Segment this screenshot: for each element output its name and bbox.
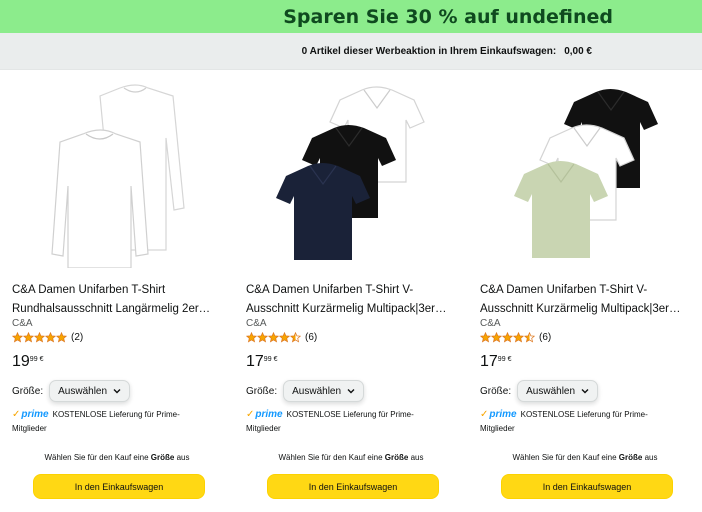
size-hint-post: aus bbox=[644, 453, 658, 462]
product-title[interactable]: C&A Damen Unifarben T-Shirt V-Ausschnitt… bbox=[246, 281, 451, 319]
star-icon bbox=[480, 332, 491, 343]
size-hint-pre: Wählen Sie für den Kauf eine bbox=[278, 453, 383, 462]
size-hint-pre: Wählen Sie für den Kauf eine bbox=[44, 453, 149, 462]
size-select-value: Auswählen bbox=[526, 385, 576, 397]
promo-banner: Sparen Sie 30 % auf undefined bbox=[0, 0, 702, 33]
price-fraction: 99 bbox=[497, 356, 506, 363]
size-label: Größe: bbox=[480, 385, 512, 397]
product-rating[interactable]: (6) bbox=[246, 332, 317, 343]
product-price: 19 99 € bbox=[12, 352, 44, 372]
star-icon bbox=[524, 332, 535, 343]
price-currency: € bbox=[507, 356, 512, 363]
size-select-value: Auswählen bbox=[58, 385, 108, 397]
price-whole: 19 bbox=[12, 353, 30, 370]
rating-stars bbox=[12, 332, 67, 343]
product-price: 17 99 € bbox=[480, 352, 512, 372]
size-hint: Wählen Sie für den Kauf eine Größe aus bbox=[234, 453, 468, 462]
price-whole: 17 bbox=[246, 353, 264, 370]
product-image[interactable] bbox=[8, 78, 226, 268]
price-currency: € bbox=[39, 356, 44, 363]
product-rating[interactable]: (6) bbox=[480, 332, 551, 343]
product-card: C&A Damen Unifarben T-Shirt Rundhalsauss… bbox=[0, 70, 234, 512]
cart-summary-total: 0,00 € bbox=[564, 45, 592, 57]
prime-logo: ✓ prime bbox=[246, 408, 283, 422]
chevron-down-icon bbox=[347, 389, 355, 394]
size-select-value: Auswählen bbox=[292, 385, 342, 397]
product-image[interactable] bbox=[242, 78, 460, 268]
prime-logo: ✓ prime bbox=[480, 408, 517, 422]
size-hint: Wählen Sie für den Kauf eine Größe aus bbox=[468, 453, 702, 462]
size-hint-bold: Größe bbox=[150, 453, 175, 462]
star-icon bbox=[34, 332, 45, 343]
star-icon bbox=[257, 332, 268, 343]
promo-cart-summary: 0 Artikel dieser Werbeaktion in Ihrem Ei… bbox=[0, 33, 702, 70]
rating-count[interactable]: (6) bbox=[539, 332, 551, 343]
prime-logo: ✓ prime bbox=[12, 408, 49, 422]
cart-summary-label: 0 Artikel dieser Werbeaktion in Ihrem Ei… bbox=[301, 45, 557, 57]
chevron-down-icon bbox=[113, 389, 121, 394]
product-rating[interactable]: (2) bbox=[12, 332, 83, 343]
product-brand: C&A bbox=[246, 318, 267, 329]
size-hint-bold: Größe bbox=[384, 453, 409, 462]
delivery-info: ✓ prime KOSTENLOSE Lieferung für Prime-Mit… bbox=[12, 408, 212, 436]
rating-count[interactable]: (2) bbox=[71, 332, 83, 343]
star-icon bbox=[502, 332, 513, 343]
star-icon bbox=[12, 332, 23, 343]
delivery-info: ✓ prime KOSTENLOSE Lieferung für Prime-Mit… bbox=[246, 408, 446, 436]
size-hint-post: aus bbox=[410, 453, 424, 462]
rating-stars bbox=[480, 332, 535, 343]
price-fraction: 99 bbox=[263, 356, 272, 363]
star-icon bbox=[290, 332, 301, 343]
promo-banner-text: Sparen Sie 30 % auf undefined bbox=[283, 5, 613, 28]
star-icon bbox=[513, 332, 524, 343]
size-selector-row: Größe: Auswählen bbox=[12, 380, 131, 402]
product-title[interactable]: C&A Damen Unifarben T-Shirt V-Ausschnitt… bbox=[480, 281, 685, 319]
prime-check-icon: ✓ bbox=[12, 409, 21, 420]
size-select-dropdown[interactable]: Auswählen bbox=[517, 380, 599, 402]
product-brand: C&A bbox=[480, 318, 501, 329]
price-whole: 17 bbox=[480, 353, 498, 370]
product-card: C&A Damen Unifarben T-Shirt V-Ausschnitt… bbox=[468, 70, 702, 512]
star-icon bbox=[279, 332, 290, 343]
star-icon bbox=[45, 332, 56, 343]
add-to-cart-button[interactable]: In den Einkaufswagen bbox=[501, 474, 673, 499]
rating-count[interactable]: (6) bbox=[305, 332, 317, 343]
size-hint: Wählen Sie für den Kauf eine Größe aus bbox=[0, 453, 234, 462]
add-to-cart-button[interactable]: In den Einkaufswagen bbox=[267, 474, 439, 499]
star-icon bbox=[23, 332, 34, 343]
product-image[interactable] bbox=[476, 78, 694, 268]
star-icon bbox=[56, 332, 67, 343]
prime-check-icon: ✓ bbox=[246, 409, 255, 420]
size-label: Größe: bbox=[12, 385, 44, 397]
size-hint-pre: Wählen Sie für den Kauf eine bbox=[512, 453, 617, 462]
size-hint-post: aus bbox=[176, 453, 190, 462]
product-brand: C&A bbox=[12, 318, 33, 329]
delivery-info: ✓ prime KOSTENLOSE Lieferung für Prime-Mit… bbox=[480, 408, 680, 436]
chevron-down-icon bbox=[581, 389, 589, 394]
prime-word: prime bbox=[21, 409, 49, 420]
rating-stars bbox=[246, 332, 301, 343]
product-card: C&A Damen Unifarben T-Shirt V-Ausschnitt… bbox=[234, 70, 468, 512]
size-select-dropdown[interactable]: Auswählen bbox=[283, 380, 365, 402]
add-to-cart-button[interactable]: In den Einkaufswagen bbox=[33, 474, 205, 499]
star-icon bbox=[246, 332, 257, 343]
size-hint-bold: Größe bbox=[618, 453, 643, 462]
price-currency: € bbox=[273, 356, 278, 363]
star-icon bbox=[268, 332, 279, 343]
size-selector-row: Größe: Auswählen bbox=[480, 380, 599, 402]
star-icon bbox=[491, 332, 502, 343]
product-price: 17 99 € bbox=[246, 352, 278, 372]
prime-word: prime bbox=[255, 409, 283, 420]
size-label: Größe: bbox=[246, 385, 278, 397]
prime-word: prime bbox=[489, 409, 517, 420]
prime-check-icon: ✓ bbox=[480, 409, 489, 420]
size-select-dropdown[interactable]: Auswählen bbox=[49, 380, 131, 402]
product-title[interactable]: C&A Damen Unifarben T-Shirt Rundhalsauss… bbox=[12, 281, 217, 319]
size-selector-row: Größe: Auswählen bbox=[246, 380, 365, 402]
price-fraction: 99 bbox=[29, 356, 38, 363]
